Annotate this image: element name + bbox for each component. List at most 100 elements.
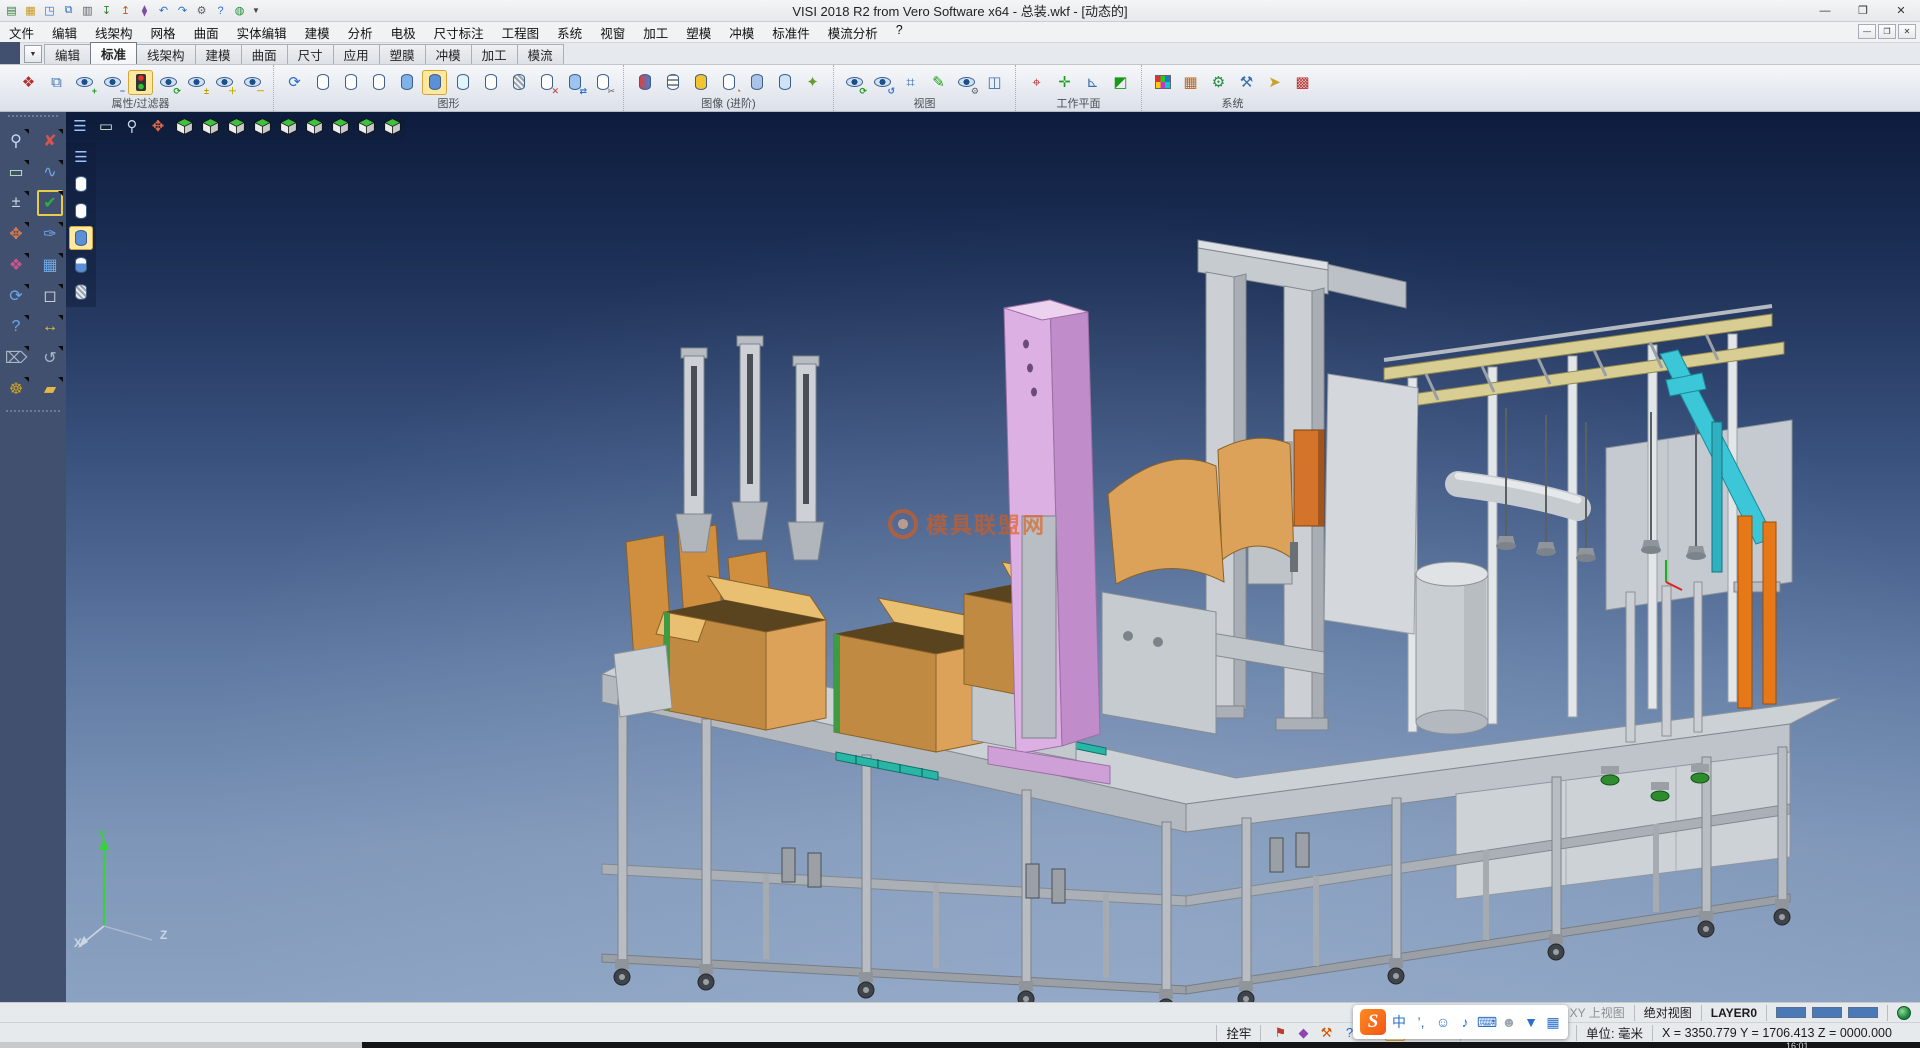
delete-graphics-icon[interactable]: ✕ xyxy=(534,70,559,95)
thin-cylinder-icon[interactable] xyxy=(366,70,391,95)
lock-field[interactable]: 拴牢 xyxy=(1216,1025,1260,1041)
menu-item[interactable]: 建模 xyxy=(296,21,339,44)
regen-icon[interactable]: ⟳ xyxy=(3,283,29,309)
attributes-books-icon[interactable]: ❖ xyxy=(3,252,29,278)
ime-skin-icon[interactable]: ▼ xyxy=(1523,1014,1539,1030)
menu-item[interactable]: 尺寸标注 xyxy=(425,21,493,44)
filter-refresh-icon[interactable]: ⟳ xyxy=(156,70,181,95)
taskbar-app-segment[interactable] xyxy=(0,1042,362,1048)
ime-emoji-icon[interactable]: ☺ xyxy=(1435,1014,1451,1030)
hatched-cylinder-icon[interactable] xyxy=(506,70,531,95)
ime-voice-icon[interactable]: ♪ xyxy=(1457,1014,1473,1030)
menu-item[interactable]: 视窗 xyxy=(591,21,634,44)
filter-show-remove-icon[interactable]: − xyxy=(100,70,125,95)
shaded-mode-icon[interactable] xyxy=(69,226,93,250)
tab-standard[interactable]: 标准 xyxy=(90,42,137,64)
mdi-close-button[interactable]: ✕ xyxy=(1898,24,1916,39)
menu-item[interactable]: 塑模 xyxy=(677,21,720,44)
copy-icon[interactable]: ⧫ xyxy=(136,2,153,19)
sketch-icon[interactable]: ∿ xyxy=(37,159,63,185)
confirm-icon[interactable]: ✔ xyxy=(37,190,63,216)
translucent-cylinder-icon[interactable] xyxy=(744,70,769,95)
reflection-cylinder-icon[interactable] xyxy=(772,70,797,95)
textured-cylinder-icon[interactable] xyxy=(688,70,713,95)
units-field[interactable]: 单位: 毫米 xyxy=(1576,1025,1652,1041)
workplane-origin-icon[interactable]: ✛ xyxy=(1052,70,1077,95)
solid-view-icon[interactable]: ◻ xyxy=(37,283,63,309)
tools-status-icon[interactable]: ⚒ xyxy=(1316,1024,1336,1041)
flat-cylinder-icon[interactable] xyxy=(478,70,503,95)
layer-field[interactable]: LAYER0 xyxy=(1701,1005,1766,1021)
view-cube-back-icon[interactable] xyxy=(224,114,248,138)
tab-mould[interactable]: 塑膜 xyxy=(379,44,426,64)
ime-keyboard-icon[interactable]: ⌨ xyxy=(1479,1014,1495,1031)
copy-graphics-icon[interactable]: ⇄ xyxy=(562,70,587,95)
3d-viewport[interactable]: ☰▭⚲✥ ☰ 模具联盟网 Y X Z xyxy=(66,112,1920,1002)
toolbar-drag-handle[interactable] xyxy=(8,115,58,121)
spline-edit-icon[interactable]: ✑ xyxy=(37,221,63,247)
multi-view-icon[interactable]: ◫ xyxy=(982,70,1007,95)
ime-lang-icon[interactable]: 中 xyxy=(1391,1012,1407,1032)
previous-view-icon[interactable]: ↺ xyxy=(870,70,895,95)
minimize-button[interactable]: — xyxy=(1806,0,1844,21)
ime-toolbox-icon[interactable]: ▦ xyxy=(1545,1014,1561,1031)
mdi-minimize-button[interactable]: — xyxy=(1858,24,1876,39)
dynamic-section-icon[interactable]: ◔ xyxy=(716,70,741,95)
view-cube-left-icon[interactable] xyxy=(250,114,274,138)
view-select-icon[interactable]: ▭ xyxy=(94,114,118,138)
filter-minus-icon[interactable]: － xyxy=(240,70,265,95)
view-menu-icon[interactable]: ☰ xyxy=(68,114,92,138)
filter-plus-icon[interactable]: ＋ xyxy=(212,70,237,95)
tab-edit[interactable]: 编辑 xyxy=(44,44,91,64)
export-icon[interactable]: ↥ xyxy=(117,2,134,19)
undo-sidebar-icon[interactable]: ↺ xyxy=(37,345,63,371)
settings-icon[interactable]: ⚙ xyxy=(193,2,210,19)
view-cube-iso-icon[interactable] xyxy=(172,114,196,138)
menu-item[interactable]: 分析 xyxy=(339,21,382,44)
filter-plus-minus-icon[interactable]: ± xyxy=(184,70,209,95)
refresh-view-icon[interactable]: ⟳ xyxy=(842,70,867,95)
menu-item[interactable]: 标准件 xyxy=(763,21,819,44)
shaded-edges-cylinder-icon[interactable] xyxy=(422,70,447,95)
menu-item[interactable]: ? xyxy=(887,21,912,44)
measure-icon[interactable]: ↔ xyxy=(37,314,63,340)
tab-flow[interactable]: 模流 xyxy=(517,44,564,64)
tab-application[interactable]: 应用 xyxy=(333,44,380,64)
menu-item[interactable]: 实体编辑 xyxy=(228,21,296,44)
tab-machining[interactable]: 加工 xyxy=(471,44,518,64)
color-palette-icon[interactable] xyxy=(1150,70,1175,95)
customize-wheel-icon[interactable]: ☸ xyxy=(3,376,29,402)
filter-show-add-icon[interactable]: + xyxy=(72,70,97,95)
wireframe-mode-icon[interactable] xyxy=(69,172,93,196)
color-swatch[interactable] xyxy=(1812,1007,1842,1018)
tab-surface[interactable]: 曲面 xyxy=(241,44,288,64)
graphics-tools-icon[interactable]: ✂ xyxy=(590,70,615,95)
workplane-align-icon[interactable]: ⊾ xyxy=(1080,70,1105,95)
taskbar-sliver[interactable]: 16:01 xyxy=(0,1042,1920,1048)
globe-icon[interactable] xyxy=(1897,1006,1911,1020)
select-filter-icon[interactable]: ➤ xyxy=(1262,70,1287,95)
menu-item[interactable]: 加工 xyxy=(634,21,677,44)
attribute-copy-icon[interactable]: ⧉ xyxy=(44,70,69,95)
3d-model[interactable] xyxy=(66,112,1920,1002)
view-cube-front-icon[interactable] xyxy=(198,114,222,138)
menu-item[interactable]: 冲模 xyxy=(720,21,763,44)
shaded-edge-mode-icon[interactable] xyxy=(69,253,93,277)
shaded-image-icon[interactable] xyxy=(632,70,657,95)
view-cube-bottom-icon[interactable] xyxy=(328,114,352,138)
view-zoom-icon[interactable]: ⚲ xyxy=(120,114,144,138)
view-cube-shaded-icon[interactable] xyxy=(380,114,404,138)
delete-trash-icon[interactable]: ⌦ xyxy=(3,345,29,371)
new-file-icon[interactable]: ▤ xyxy=(3,2,20,19)
workplane-view-icon[interactable]: ◩ xyxy=(1108,70,1133,95)
hidden-line-cylinder-icon[interactable] xyxy=(338,70,363,95)
view-cube-top-icon[interactable] xyxy=(302,114,326,138)
profile-settings-icon[interactable]: ⚒ xyxy=(1234,70,1259,95)
menu-item[interactable]: 工程图 xyxy=(493,21,549,44)
menu-item[interactable]: 系统 xyxy=(548,21,591,44)
open-file-icon[interactable]: ▦ xyxy=(22,2,39,19)
maximize-button[interactable]: ❐ xyxy=(1844,0,1882,21)
tab-dropdown-icon[interactable]: ▼ xyxy=(24,45,42,63)
attributes-icon[interactable]: ❖ xyxy=(16,70,41,95)
dynamic-view-icon[interactable]: ✎ xyxy=(926,70,951,95)
